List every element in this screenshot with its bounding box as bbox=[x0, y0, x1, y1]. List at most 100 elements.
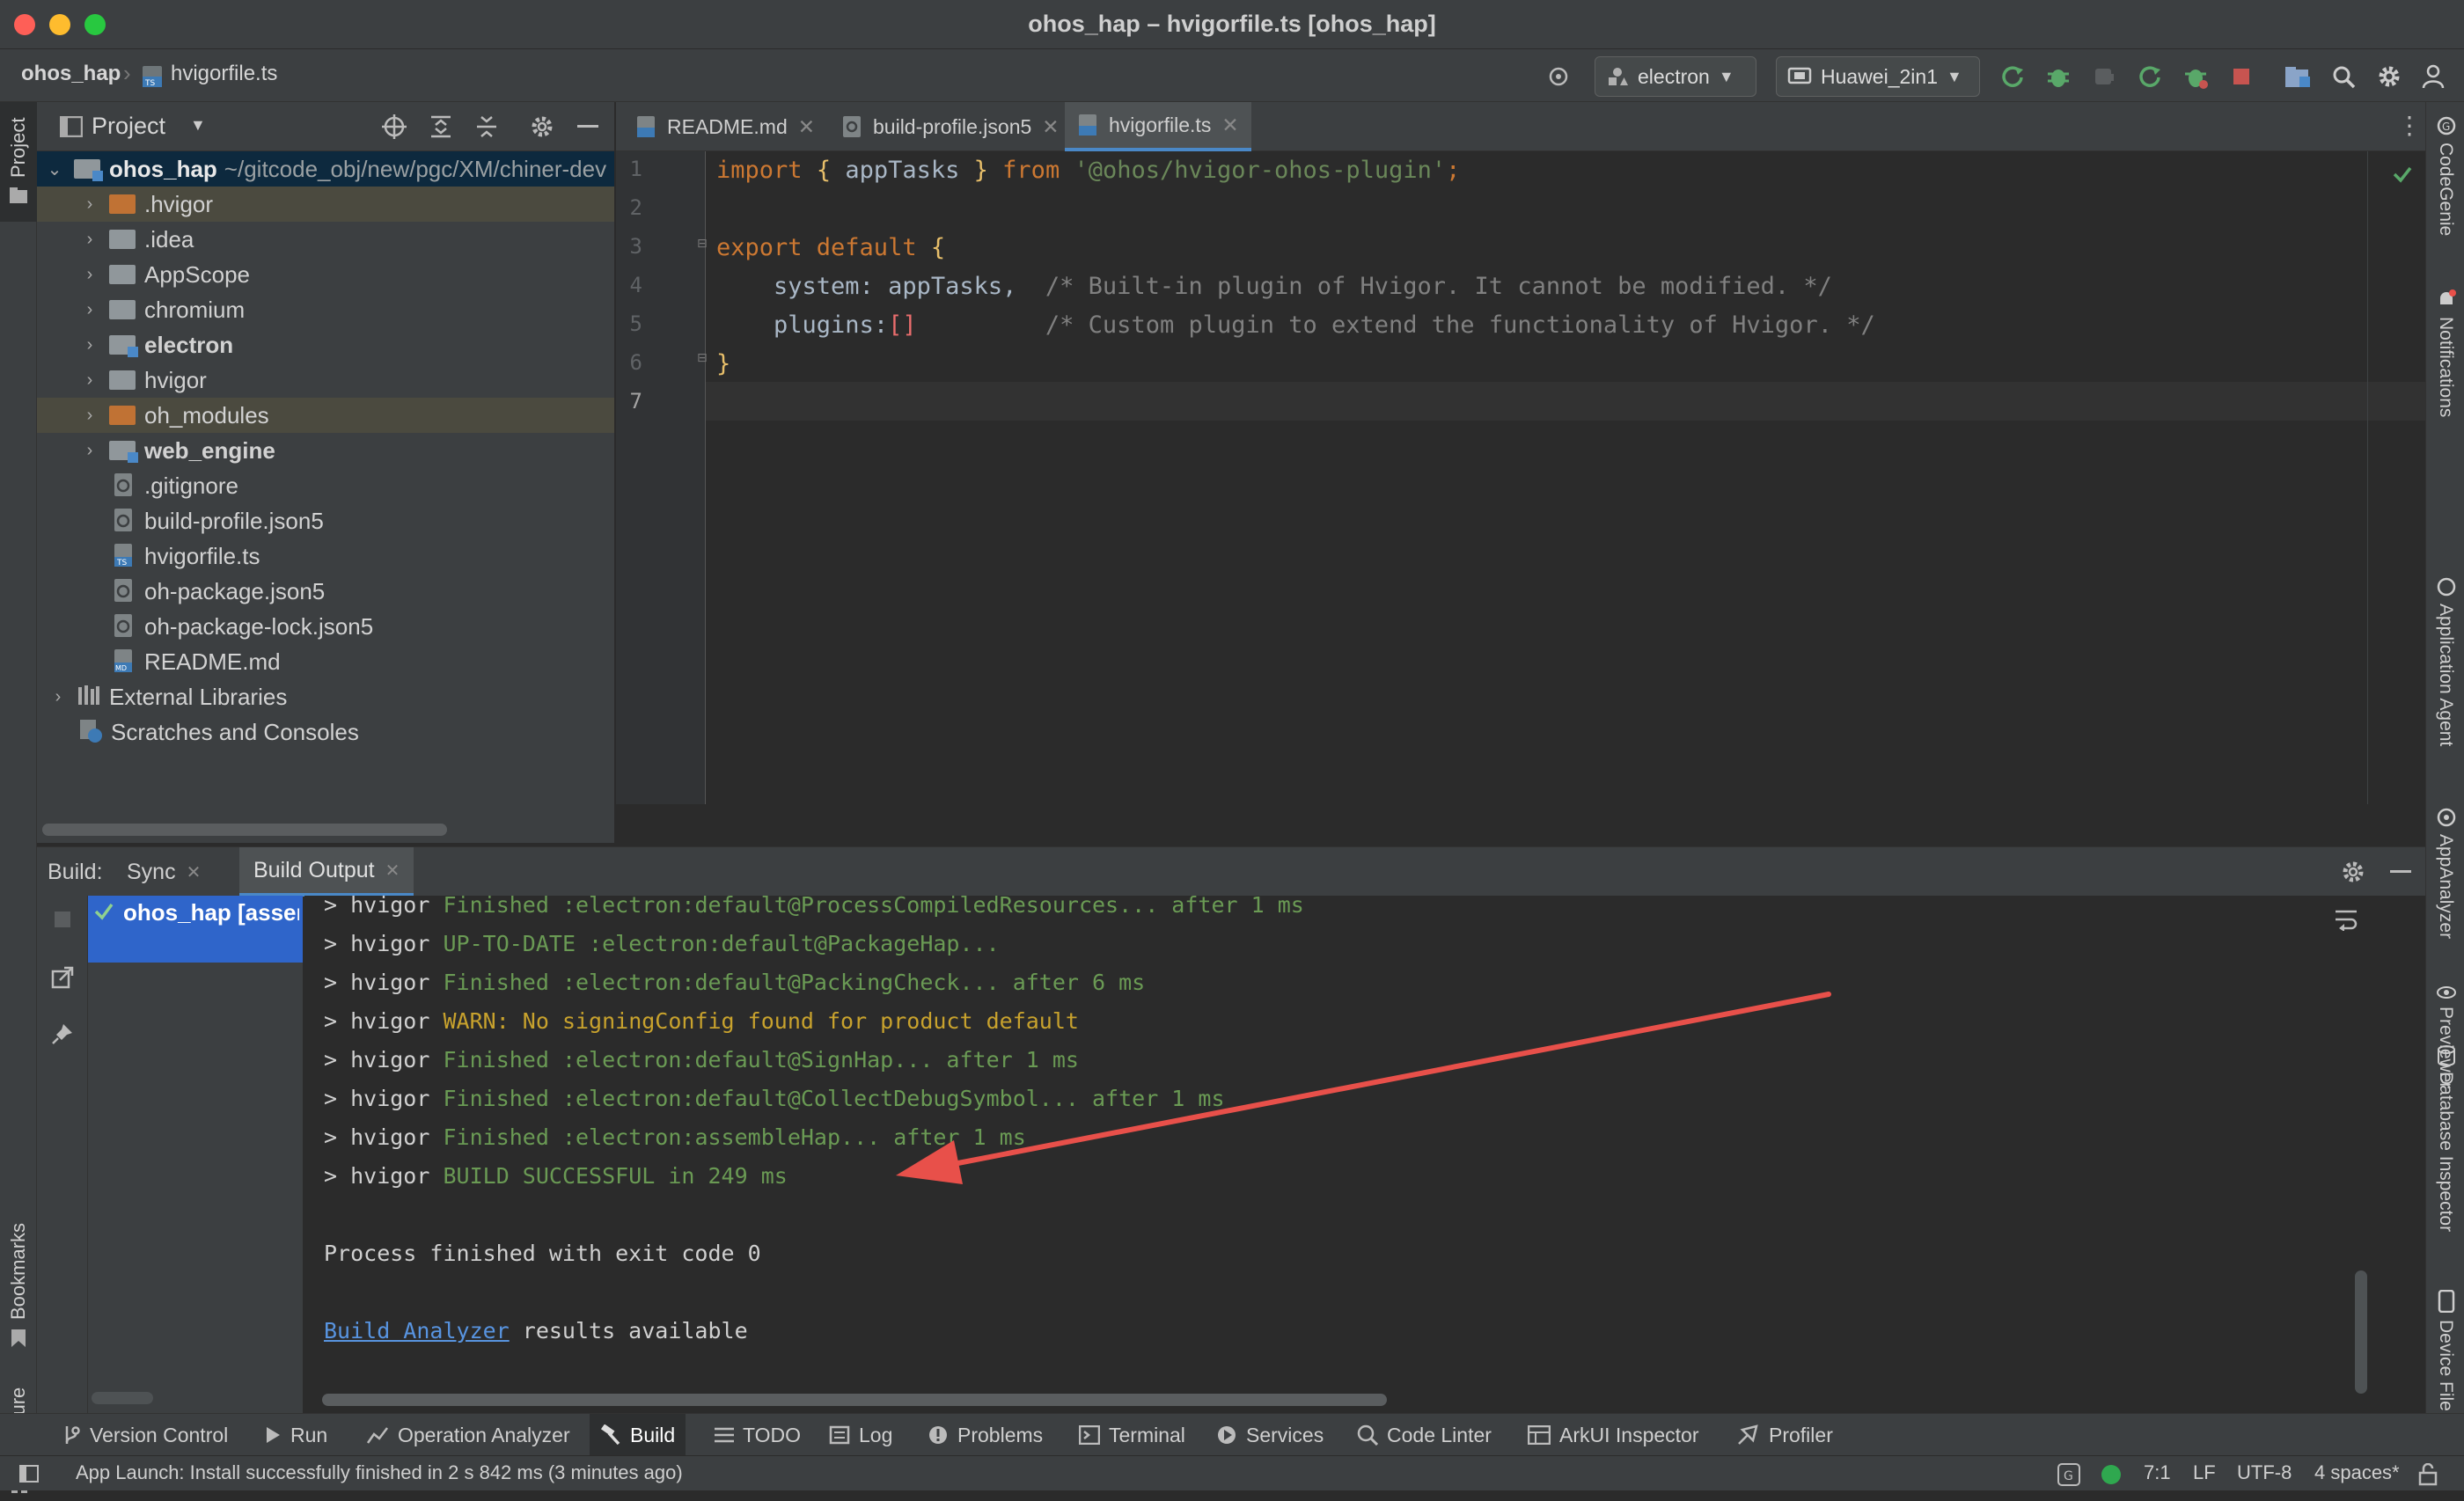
tab-hvigorfile[interactable]: hvigorfile.ts ✕ bbox=[1065, 102, 1251, 151]
chevron-right-icon[interactable]: › bbox=[81, 335, 99, 355]
tree-item-electron[interactable]: › electron bbox=[37, 327, 614, 362]
chevron-right-icon[interactable]: › bbox=[49, 687, 67, 707]
tree-item-gitignore[interactable]: .gitignore bbox=[37, 468, 614, 503]
chevron-right-icon[interactable]: › bbox=[81, 230, 99, 250]
tool-problems[interactable]: Problems bbox=[917, 1414, 1053, 1456]
apply-changes-icon[interactable] bbox=[2133, 60, 2167, 93]
caret-position[interactable]: 7:1 bbox=[2144, 1461, 2171, 1484]
project-structure-icon[interactable] bbox=[2281, 60, 2314, 93]
settings-gear-icon[interactable] bbox=[2341, 860, 2365, 884]
horizontal-scrollbar[interactable] bbox=[322, 1394, 1387, 1406]
close-icon[interactable]: ✕ bbox=[1042, 115, 1059, 139]
tree-item-web-engine[interactable]: › web_engine bbox=[37, 433, 614, 468]
target-icon[interactable] bbox=[1542, 60, 1575, 93]
tree-item-appscope[interactable]: › AppScope bbox=[37, 257, 614, 292]
toggle-tool-windows-icon[interactable] bbox=[19, 1465, 39, 1483]
chevron-right-icon[interactable]: › bbox=[81, 406, 99, 426]
indent-setting[interactable]: 4 spaces* bbox=[2314, 1461, 2400, 1484]
database-inspector-tool-button[interactable]: Database Inspector bbox=[2426, 1035, 2464, 1325]
account-icon[interactable] bbox=[2416, 60, 2450, 93]
tool-code-linter[interactable]: Code Linter bbox=[1346, 1414, 1502, 1456]
line-separator[interactable]: LF bbox=[2193, 1461, 2216, 1484]
debug-icon[interactable] bbox=[2042, 60, 2075, 93]
soft-wrap-icon[interactable] bbox=[2334, 908, 2358, 931]
right-tool-strip: G CodeGenie Notifications Application Ag… bbox=[2425, 102, 2464, 1413]
tree-item-external-libraries[interactable]: › External Libraries bbox=[37, 679, 614, 714]
tree-item-hvigor-dir[interactable]: › .hvigor bbox=[37, 187, 614, 222]
rerun-icon[interactable] bbox=[1996, 60, 2029, 93]
status-indicator-icon[interactable] bbox=[2100, 1463, 2123, 1486]
codegenie-status-icon[interactable]: G bbox=[2057, 1463, 2080, 1486]
pin-icon[interactable] bbox=[51, 1022, 74, 1045]
hide-panel-icon[interactable] bbox=[2390, 870, 2411, 874]
tree-item-hvigor[interactable]: › hvigor bbox=[37, 362, 614, 398]
profile-debug-icon[interactable] bbox=[2179, 60, 2212, 93]
fold-icon[interactable]: ⊟ bbox=[697, 236, 708, 251]
tab-build-output[interactable]: Build Output ✕ bbox=[239, 847, 414, 897]
settings-gear-icon[interactable] bbox=[2372, 60, 2406, 93]
tab-sync[interactable]: Sync ✕ bbox=[127, 847, 201, 897]
tool-run[interactable]: Run bbox=[253, 1414, 338, 1456]
tool-log[interactable]: Log bbox=[818, 1414, 903, 1456]
tree-item-hvigorfile[interactable]: TS hvigorfile.ts bbox=[37, 538, 614, 574]
settings-gear-icon[interactable] bbox=[530, 114, 554, 139]
chevron-right-icon[interactable]: › bbox=[81, 441, 99, 461]
search-icon[interactable] bbox=[2327, 60, 2360, 93]
chevron-down-icon[interactable]: ▼ bbox=[190, 116, 206, 135]
file-encoding[interactable]: UTF-8 bbox=[2237, 1461, 2292, 1484]
build-analyzer-link[interactable]: Build Analyzer bbox=[324, 1318, 510, 1344]
tree-item-build-profile[interactable]: build-profile.json5 bbox=[37, 503, 614, 538]
module-selector[interactable]: electron ▼ bbox=[1595, 56, 1756, 97]
stop-build-icon[interactable] bbox=[53, 910, 72, 929]
breadcrumb-project[interactable]: ohos_hap bbox=[21, 62, 121, 86]
locate-file-icon[interactable] bbox=[382, 114, 407, 139]
project-tool-button[interactable]: Project bbox=[0, 102, 37, 222]
breadcrumb-file[interactable]: hvigorfile.ts bbox=[171, 62, 277, 86]
tree-item-readme[interactable]: MD README.md bbox=[37, 644, 614, 679]
tree-item-oh-package[interactable]: oh-package.json5 bbox=[37, 574, 614, 609]
project-panel-title[interactable]: Project bbox=[92, 113, 165, 140]
hide-panel-icon[interactable] bbox=[577, 125, 598, 128]
device-selector[interactable]: Huawei_2in1 ▼ bbox=[1776, 56, 1980, 97]
tab-build-profile[interactable]: build-profile.json5 ✕ bbox=[829, 102, 1072, 151]
tool-todo[interactable]: TODO bbox=[704, 1414, 811, 1456]
close-icon[interactable]: ✕ bbox=[187, 861, 202, 883]
tool-operation-analyzer[interactable]: Operation Analyzer bbox=[356, 1414, 581, 1456]
more-tabs-icon[interactable]: ⋮ bbox=[2397, 111, 2422, 140]
tree-item-idea[interactable]: › .idea bbox=[37, 222, 614, 257]
chevron-right-icon[interactable]: › bbox=[81, 370, 99, 391]
collapse-all-icon[interactable] bbox=[475, 114, 498, 139]
close-icon[interactable]: ✕ bbox=[1221, 113, 1238, 137]
tool-build[interactable]: Build bbox=[590, 1414, 686, 1456]
close-icon[interactable]: ✕ bbox=[385, 860, 400, 882]
chevron-down-icon[interactable]: ⌄ bbox=[46, 158, 63, 180]
tool-arkui-inspector[interactable]: ArkUI Inspector bbox=[1517, 1414, 1710, 1456]
status-message[interactable]: App Launch: Install successfully finishe… bbox=[76, 1461, 683, 1484]
codegenie-tool-button[interactable]: G CodeGenie bbox=[2426, 114, 2464, 264]
expand-all-icon[interactable] bbox=[429, 114, 452, 139]
tool-terminal[interactable]: Terminal bbox=[1068, 1414, 1196, 1456]
tab-readme[interactable]: README.md ✕ bbox=[623, 102, 827, 151]
tool-services[interactable]: Services bbox=[1206, 1414, 1334, 1456]
chevron-right-icon[interactable]: › bbox=[81, 194, 99, 215]
horizontal-scrollbar[interactable] bbox=[42, 824, 447, 836]
chevron-right-icon[interactable]: › bbox=[81, 300, 99, 320]
chevron-right-icon[interactable]: › bbox=[81, 265, 99, 285]
build-tree-item[interactable]: ohos_hap [assem bbox=[88, 896, 303, 963]
fold-icon[interactable]: ⊟ bbox=[697, 350, 708, 365]
tree-item-chromium[interactable]: › chromium bbox=[37, 292, 614, 327]
device-file-tool-button[interactable]: Device File bbox=[2426, 1290, 2464, 1413]
tree-item-oh-modules[interactable]: › oh_modules bbox=[37, 398, 614, 433]
tool-profiler[interactable]: Profiler bbox=[1727, 1414, 1844, 1456]
close-icon[interactable]: ✕ bbox=[798, 115, 815, 139]
lock-icon[interactable] bbox=[2418, 1463, 2438, 1486]
tool-version-control[interactable]: Version Control bbox=[51, 1414, 238, 1456]
stop-icon[interactable] bbox=[2225, 60, 2258, 93]
horizontal-scrollbar[interactable] bbox=[92, 1392, 153, 1404]
attach-debugger-icon[interactable] bbox=[2087, 60, 2121, 93]
tree-root[interactable]: ⌄ ohos_hap ~/gitcode_obj/new/pgc/XM/chin… bbox=[37, 151, 614, 187]
open-external-icon[interactable] bbox=[51, 966, 74, 989]
vertical-scrollbar[interactable] bbox=[2355, 1270, 2367, 1394]
tree-item-scratches[interactable]: Scratches and Consoles bbox=[37, 714, 614, 750]
tree-item-oh-package-lock[interactable]: oh-package-lock.json5 bbox=[37, 609, 614, 644]
